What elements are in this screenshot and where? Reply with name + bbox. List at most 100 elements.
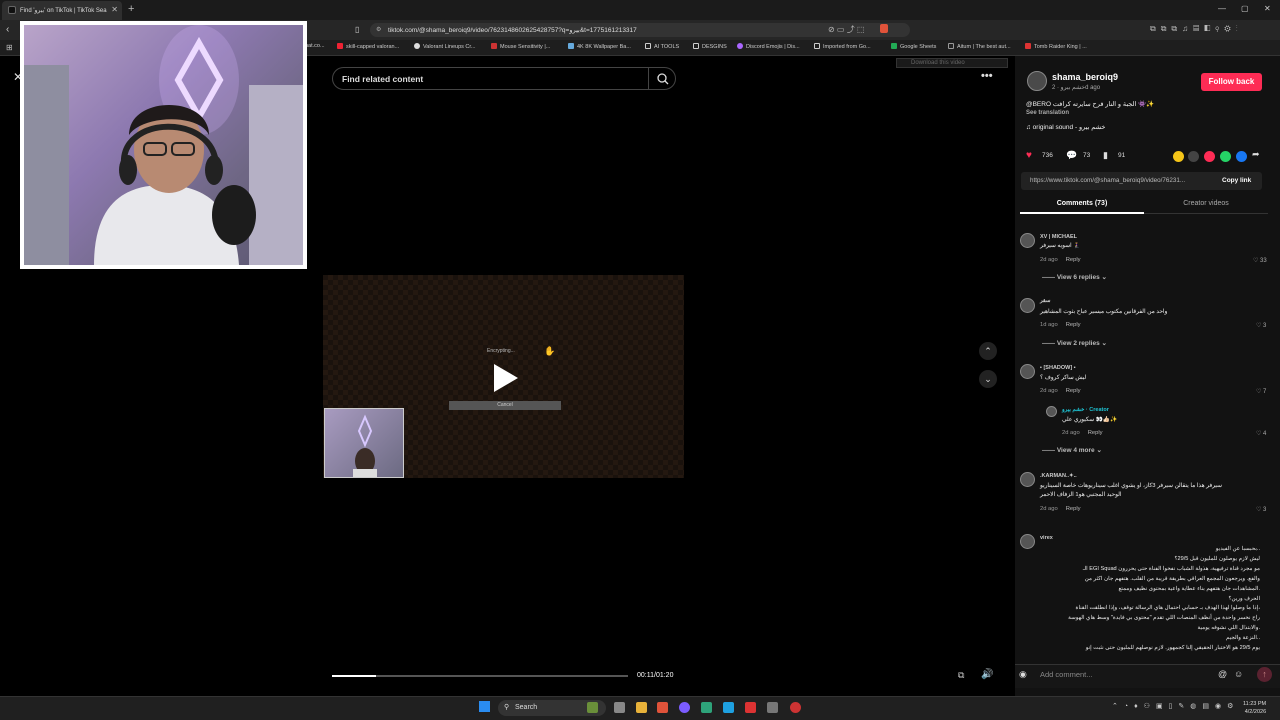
comment-like[interactable]: ♡ 7	[1256, 388, 1266, 395]
widget-icon[interactable]	[587, 702, 598, 713]
bookmark-3[interactable]: Valorant Lineups Cr...	[414, 43, 475, 50]
add-comment-input[interactable]: Add comment...	[1035, 667, 1217, 683]
tab-creator-videos[interactable]: Creator videos	[1144, 196, 1268, 214]
apps-icon[interactable]: ⊞	[6, 43, 13, 52]
previous-video-button[interactable]: ⌃	[979, 342, 997, 360]
emoji-icon[interactable]: ☺	[1234, 669, 1243, 679]
reply-button[interactable]: Reply	[1066, 388, 1081, 394]
app-icon-3[interactable]	[767, 702, 778, 713]
bookmark-tomb-raider[interactable]: Tomb Raider King | ...	[1025, 43, 1087, 50]
comment-count: 73	[1083, 152, 1091, 159]
comment-author[interactable]: سقر	[1040, 298, 1050, 304]
reply-author[interactable]: خشم بيرو · Creator	[1062, 407, 1109, 413]
reply-button[interactable]: Reply	[1066, 506, 1081, 512]
app-icon-2[interactable]	[745, 702, 756, 713]
comment-like[interactable]: ♡ 3	[1256, 322, 1266, 329]
brave-browser-icon[interactable]	[657, 702, 668, 713]
reply-button[interactable]: Reply	[1066, 257, 1081, 263]
facebook-icon[interactable]	[1236, 151, 1247, 162]
reply-avatar[interactable]	[1046, 406, 1057, 417]
close-tab-icon[interactable]: ✕	[111, 5, 118, 14]
creator-username[interactable]: shama_beroiq9	[1052, 72, 1118, 82]
comment-text-line2: الوحيد المجتبي هو1 الزفاف الاحمر	[1040, 492, 1122, 498]
obs-icon[interactable]	[790, 702, 801, 713]
comment-like[interactable]: ♡ 3	[1256, 506, 1266, 513]
play-button[interactable]	[490, 362, 522, 399]
tab-strip	[0, 0, 1280, 20]
minimize-icon[interactable]: —	[1218, 4, 1226, 13]
new-tab-icon[interactable]: +	[128, 3, 134, 15]
extensions-icon[interactable]: ⧉⧉⧉♫▤◧⚲⚙⋮	[1150, 24, 1243, 34]
share-emoji-icon[interactable]	[1173, 151, 1184, 162]
app-icon[interactable]	[701, 702, 712, 713]
user-avatar-icon[interactable]: ◉	[1019, 669, 1027, 680]
search-related-input[interactable]: Find related content	[332, 67, 676, 90]
mention-icon[interactable]: @	[1218, 669, 1227, 679]
address-actions-icon[interactable]: ⊘ ▭ ⤴ ⬚	[828, 24, 865, 35]
comment-avatar[interactable]	[1020, 534, 1035, 549]
bookmark-8[interactable]: Discord Emojis | Dis...	[737, 43, 800, 50]
comment-like[interactable]: ♡ 33	[1253, 257, 1267, 264]
embed-icon[interactable]	[1188, 151, 1199, 162]
comment-author[interactable]: ▪ [SHADOW] ▪	[1040, 365, 1076, 371]
bookmark-folder-designs[interactable]: DESGINS	[693, 43, 727, 50]
maximize-icon[interactable]: ▢	[1241, 4, 1249, 13]
discord-icon[interactable]	[679, 702, 690, 713]
post-comment-button[interactable]: ↑	[1257, 667, 1272, 682]
bookmark-folder-ai-tools[interactable]: AI TOOLS	[645, 43, 679, 50]
task-view-icon[interactable]	[614, 702, 625, 713]
send-friends-icon[interactable]	[1204, 151, 1215, 162]
start-icon[interactable]	[479, 701, 490, 712]
next-video-button[interactable]: ⌄	[979, 370, 997, 388]
window-close-icon[interactable]: ✕	[1264, 4, 1271, 13]
bookmark-icon[interactable]: ▯	[355, 25, 359, 34]
site-info-icon[interactable]: ⚙	[376, 26, 381, 33]
view-replies-button[interactable]: —— View 2 replies ⌄	[1042, 339, 1107, 347]
original-sound-link[interactable]: ♫ original sound - خشم بيرو	[1026, 123, 1105, 131]
share-link[interactable]: https://www.tiktok.com/@shama_beroiq9/vi…	[1030, 177, 1210, 184]
clock[interactable]: 11:23 PM 4/2/2026	[1243, 700, 1266, 716]
reply-button[interactable]: Reply	[1088, 430, 1103, 436]
reply-like[interactable]: ♡ 4	[1256, 430, 1266, 437]
bookmark-1[interactable]: hat.co...	[305, 43, 325, 49]
comment-avatar[interactable]	[1020, 364, 1035, 379]
file-explorer-icon[interactable]	[636, 702, 647, 713]
pip-icon[interactable]: ⧉	[958, 670, 964, 681]
download-video-hint[interactable]: Download this video	[896, 58, 1008, 68]
reply-button[interactable]: Reply	[1066, 322, 1081, 328]
copy-link-button[interactable]: Copy link	[1222, 177, 1251, 184]
steam-icon[interactable]	[723, 702, 734, 713]
comment-author[interactable]: .KARMAN..✦..	[1040, 473, 1077, 479]
comment-author[interactable]: virex	[1040, 535, 1053, 541]
search-button[interactable]	[648, 67, 676, 90]
bookmark-4[interactable]: Mouse Sensitivity |...	[491, 43, 550, 50]
whatsapp-icon[interactable]	[1220, 151, 1231, 162]
comment-avatar[interactable]	[1020, 298, 1035, 313]
bookmark-google-sheets[interactable]: Google Sheets	[891, 43, 936, 50]
more-options-icon[interactable]: •••	[981, 70, 993, 82]
see-translation-link[interactable]: See translation	[1026, 110, 1069, 116]
like-icon[interactable]: ♥	[1026, 150, 1032, 161]
comment-avatar[interactable]	[1020, 472, 1035, 487]
save-icon[interactable]: ▮	[1103, 150, 1108, 161]
browser-tab[interactable]: Find 'بيرو' on TikTok | TikTok Sea ✕	[2, 1, 122, 20]
view-replies-button[interactable]: —— View 6 replies ⌄	[1042, 273, 1107, 281]
comment-icon[interactable]: 💬	[1066, 150, 1077, 161]
view-more-replies-button[interactable]: —— View 4 more ⌄	[1042, 446, 1102, 454]
creator-avatar[interactable]	[1027, 71, 1047, 91]
share-more-icon[interactable]: ➦	[1252, 149, 1260, 160]
system-tray-icons[interactable]: ⌃◔♦⚇▣▯✎◍▤◉⚙	[1112, 702, 1239, 710]
cancel-button[interactable]: Cancel	[449, 401, 561, 410]
tab-comments[interactable]: Comments (73)	[1020, 196, 1144, 214]
video-progress-bar[interactable]	[332, 675, 628, 677]
follow-back-button[interactable]: Follow back	[1201, 73, 1262, 91]
bookmark-aitum[interactable]: Aitum | The best aut...	[948, 43, 1011, 50]
brave-shield-icon[interactable]	[880, 24, 888, 33]
comment-author[interactable]: XV | MICHAEL	[1040, 234, 1077, 240]
bookmark-5[interactable]: 4K 8K Wallpaper Ba...	[568, 43, 631, 50]
volume-icon[interactable]: 🔊	[981, 669, 993, 680]
bookmark-2[interactable]: skill-capped valoran...	[337, 43, 399, 50]
bookmark-folder-imported[interactable]: Imported from Go...	[814, 43, 871, 50]
back-icon[interactable]: ‹	[6, 24, 9, 35]
comment-avatar[interactable]	[1020, 233, 1035, 248]
